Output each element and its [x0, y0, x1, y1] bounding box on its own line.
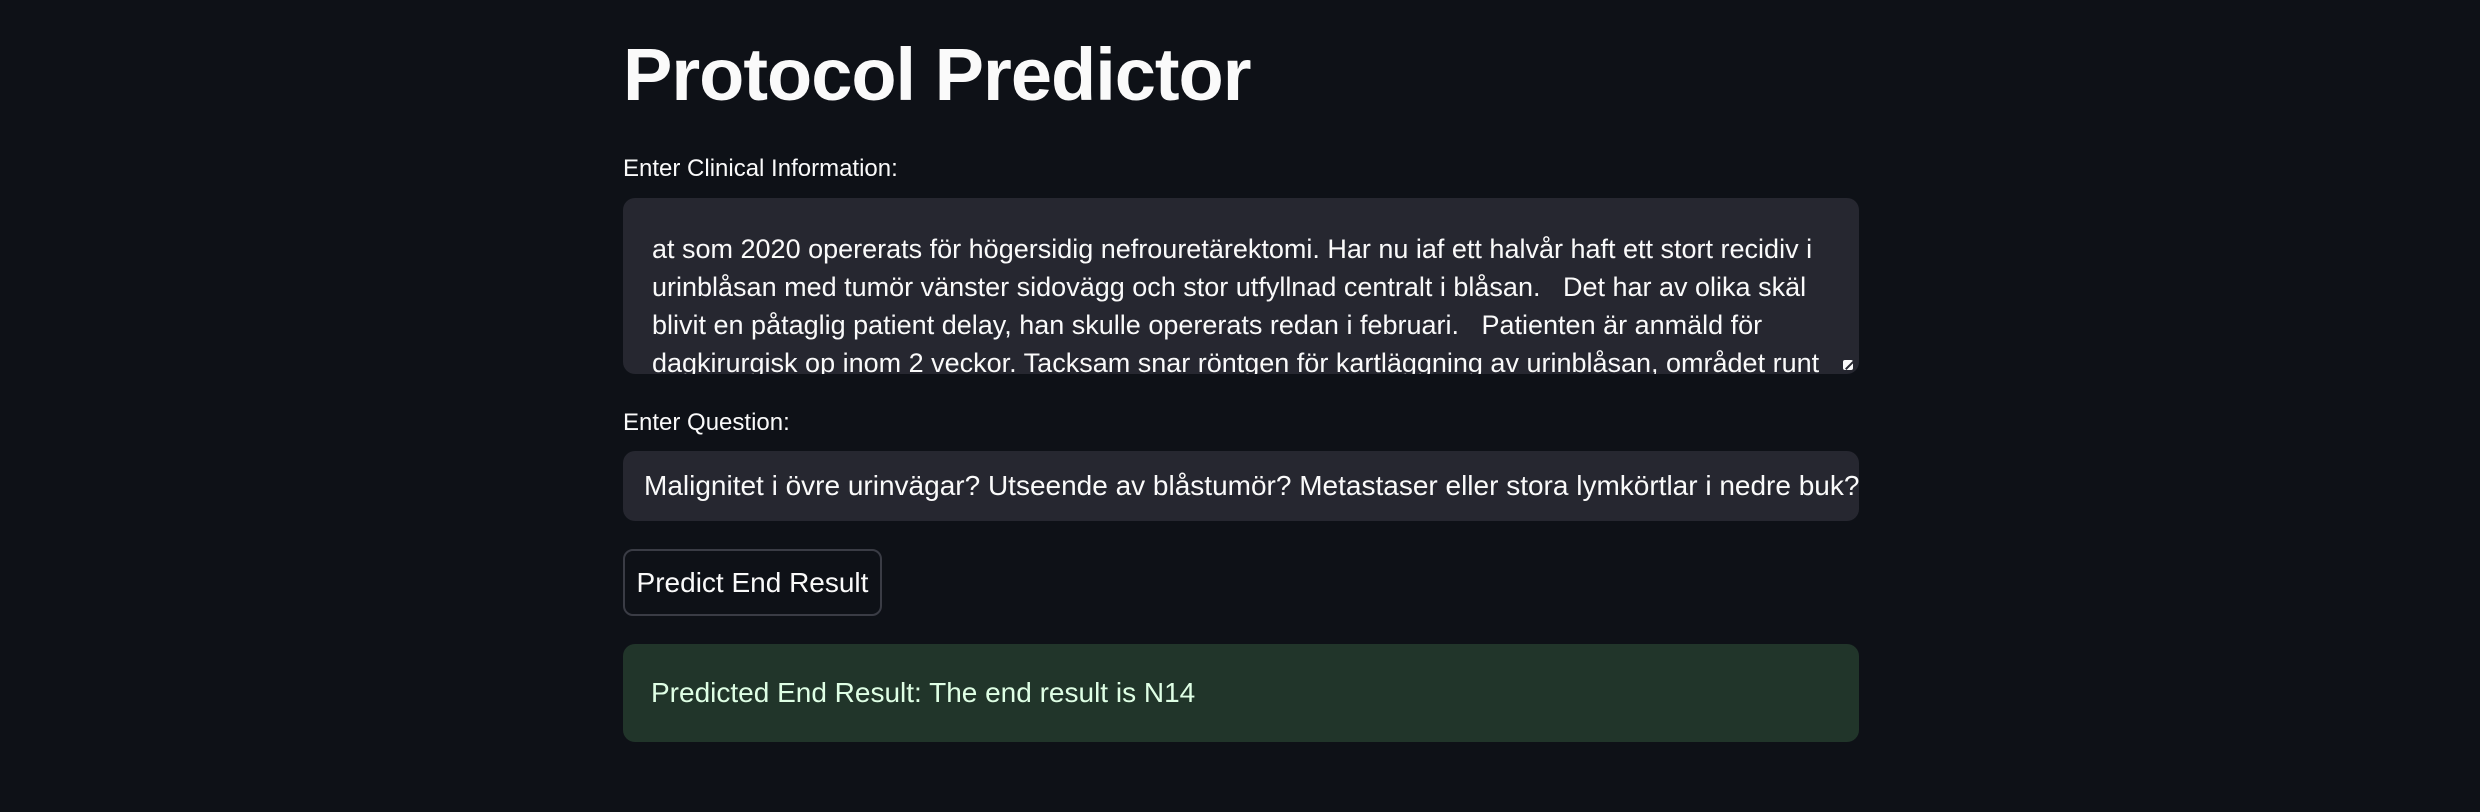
- predict-end-result-button[interactable]: Predict End Result: [623, 549, 882, 616]
- result-text: Predicted End Result: The end result is …: [651, 677, 1196, 708]
- clinical-info-textarea[interactable]: at som 2020 opererats för högersidig nef…: [623, 198, 1859, 374]
- page-title: Protocol Predictor: [623, 33, 1252, 116]
- clinical-info-label: Enter Clinical Information:: [623, 155, 898, 182]
- question-input-text[interactable]: Malignitet i övre urinvägar? Utseende av…: [644, 469, 1859, 503]
- resize-handle-icon[interactable]: [1843, 360, 1853, 370]
- question-label: Enter Question:: [623, 409, 790, 436]
- result-alert: Predicted End Result: The end result is …: [623, 644, 1859, 742]
- clinical-info-text[interactable]: at som 2020 opererats för högersidig nef…: [652, 230, 1827, 374]
- question-input[interactable]: Malignitet i övre urinvägar? Utseende av…: [623, 451, 1859, 521]
